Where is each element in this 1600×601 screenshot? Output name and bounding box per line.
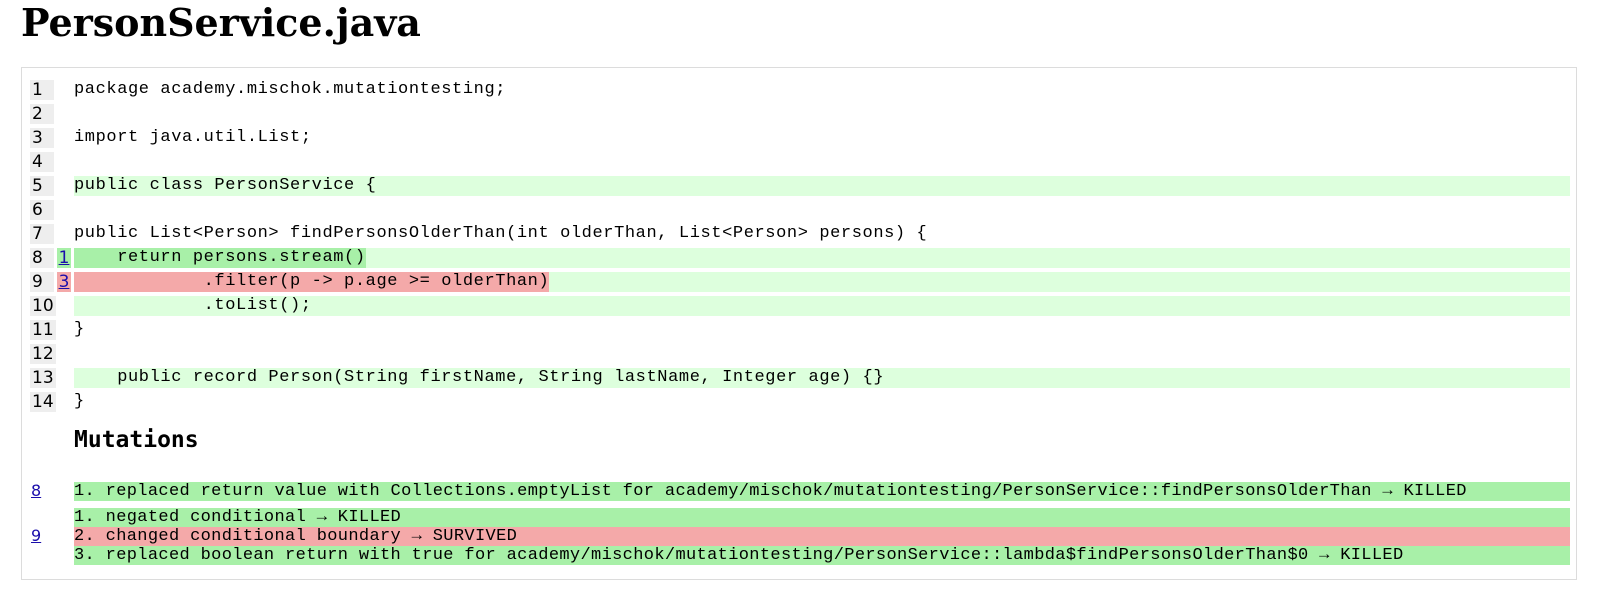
mutation-count-link[interactable]: 1 xyxy=(57,248,71,268)
code-line: 7 public List<Person> findPersonsOlderTha… xyxy=(30,222,1570,246)
line-number: 4 xyxy=(30,152,54,172)
line-number: 7 xyxy=(30,224,54,244)
mutation-item: 1. negated conditional → KILLED xyxy=(74,508,1570,527)
mutation-line-link[interactable]: 8 xyxy=(31,481,41,501)
line-number: 2 xyxy=(30,104,54,124)
line-number: 11 xyxy=(30,320,56,340)
code-line: 5 public class PersonService { xyxy=(30,174,1570,198)
mutation-item: 2. changed conditional boundary → SURVIV… xyxy=(74,527,1570,546)
mutation-item: 3. replaced boolean return with true for… xyxy=(74,546,1570,565)
code-text: .toList(); xyxy=(74,296,312,315)
mutation-item: 1. replaced return value with Collection… xyxy=(74,482,1570,501)
code-text: import java.util.List; xyxy=(74,128,312,147)
mutation-line-link[interactable]: 9 xyxy=(31,526,41,546)
mutations-heading: Mutations xyxy=(74,427,199,453)
code-text: public class PersonService { xyxy=(74,176,377,195)
code-text: public record Person(String firstName, S… xyxy=(74,368,885,387)
source-code-table: 1 package academy.mischok.mutationtesting… xyxy=(30,78,1570,414)
code-line: 4 xyxy=(30,150,1570,174)
line-number: 10 xyxy=(30,296,56,316)
code-line: 10 .toList(); xyxy=(30,294,1570,318)
code-line: 13 public record Person(String firstName… xyxy=(30,366,1570,390)
code-line: 14} xyxy=(30,390,1570,414)
code-line: 93 .filter(p -> p.age >= olderThan) xyxy=(30,270,1570,294)
code-line: 6 xyxy=(30,198,1570,222)
code-text: public List<Person> findPersonsOlderThan… xyxy=(74,224,928,243)
code-text: package academy.mischok.mutationtesting; xyxy=(74,80,507,99)
line-number: 14 xyxy=(30,392,56,412)
code-line: 3 import java.util.List; xyxy=(30,126,1570,150)
line-number: 9 xyxy=(30,272,54,292)
line-number: 12 xyxy=(30,344,56,364)
line-number: 8 xyxy=(30,248,54,268)
source-panel: 1 package academy.mischok.mutationtesting… xyxy=(21,67,1577,580)
code-text: } xyxy=(74,320,85,339)
line-number: 6 xyxy=(30,200,54,220)
code-line: 12 xyxy=(30,342,1570,366)
code-line: 81 return persons.stream() xyxy=(30,246,1570,270)
line-number: 1 xyxy=(30,80,54,100)
line-number: 5 xyxy=(30,176,54,196)
code-text: .filter(p -> p.age >= olderThan) xyxy=(74,272,550,292)
code-line: 1 package academy.mischok.mutationtesting… xyxy=(30,78,1570,102)
code-text: } xyxy=(74,392,85,411)
code-text: return persons.stream() xyxy=(74,248,366,268)
line-number: 3 xyxy=(30,128,54,148)
line-number: 13 xyxy=(30,368,56,388)
code-line: 11} xyxy=(30,318,1570,342)
code-line: 2 xyxy=(30,102,1570,126)
mutation-count-link[interactable]: 3 xyxy=(57,272,71,292)
page-title: PersonService.java xyxy=(21,0,421,45)
